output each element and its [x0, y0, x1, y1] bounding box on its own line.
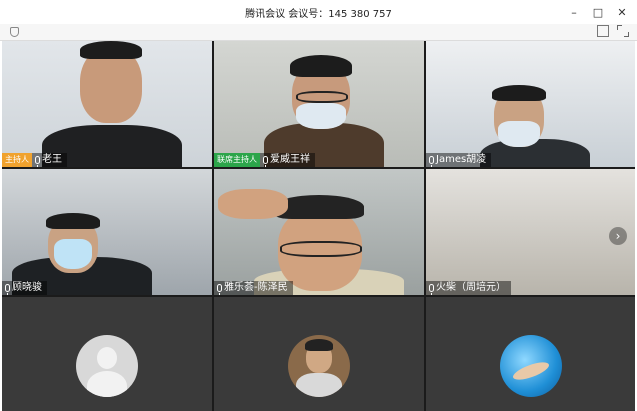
mic-icon — [5, 284, 10, 295]
minimize-icon[interactable]: – — [565, 3, 583, 21]
title-bar: 腾讯会议 会议号：145 380 757 – □ ✕ — [0, 0, 637, 25]
participant-name: 老王 — [42, 154, 62, 165]
close-icon[interactable]: ✕ — [613, 3, 631, 21]
video-grid: 主持人 老王 联席主持人 爱威王祥 James胡凌 顾晓骏 雅乐荟-陈泽民 › … — [2, 41, 635, 411]
cohost-badge: 联席主持人 — [214, 153, 260, 167]
mic-icon — [429, 284, 434, 295]
mic-icon — [263, 156, 268, 167]
name-label: James胡凌 — [426, 153, 492, 167]
name-label: 主持人 老王 — [2, 153, 67, 167]
mic-icon — [217, 284, 222, 295]
participant-name: 爱威王祥 — [270, 154, 310, 165]
video-tile-lao-wang[interactable]: 主持人 老王 — [2, 41, 212, 167]
video-feed — [2, 169, 212, 295]
video-feed — [2, 41, 212, 167]
photo-avatar — [288, 335, 350, 397]
host-badge: 主持人 — [2, 153, 32, 167]
window-controls: – □ ✕ — [565, 3, 631, 21]
name-label: 火柴（周培元） — [426, 281, 511, 295]
next-page-icon[interactable]: › — [609, 227, 627, 245]
video-feed — [426, 41, 635, 167]
layout-icon[interactable] — [597, 25, 609, 37]
participant-name: 火柴（周培元） — [436, 282, 506, 293]
video-feed — [426, 169, 635, 295]
photo-avatar-water — [499, 335, 562, 397]
window-title: 腾讯会议 会议号：145 380 757 — [245, 9, 392, 20]
video-tile-aiwei-wangxiang[interactable]: 联席主持人 爱威王祥 — [214, 41, 424, 167]
participant-name: 雅乐荟-陈泽民 — [224, 282, 288, 293]
video-tile-avatar-default[interactable] — [2, 297, 212, 411]
name-label: 雅乐荟-陈泽民 — [214, 281, 293, 295]
video-tile-huochai-zhou[interactable]: › 火柴（周培元） — [426, 169, 635, 295]
meeting-toolbar — [0, 24, 637, 41]
fullscreen-icon[interactable] — [617, 25, 629, 37]
shield-icon[interactable] — [10, 27, 19, 37]
video-feed — [214, 41, 424, 167]
video-tile-gu-xiaojun[interactable]: 顾晓骏 — [2, 169, 212, 295]
mic-icon — [35, 156, 40, 167]
participant-name: James胡凌 — [436, 154, 487, 165]
name-label: 联席主持人 爱威王祥 — [214, 153, 315, 167]
video-tile-avatar-photo[interactable] — [214, 297, 424, 411]
participant-name: 顾晓骏 — [12, 282, 42, 293]
name-label: 顾晓骏 — [2, 281, 47, 295]
video-tile-avatar-water[interactable] — [426, 297, 635, 411]
default-avatar — [76, 335, 138, 397]
video-tile-james-hu[interactable]: James胡凌 — [426, 41, 635, 167]
video-feed — [214, 169, 424, 295]
video-tile-chen-zemin[interactable]: 雅乐荟-陈泽民 — [214, 169, 424, 295]
mic-icon — [429, 156, 434, 167]
maximize-icon[interactable]: □ — [589, 3, 607, 21]
